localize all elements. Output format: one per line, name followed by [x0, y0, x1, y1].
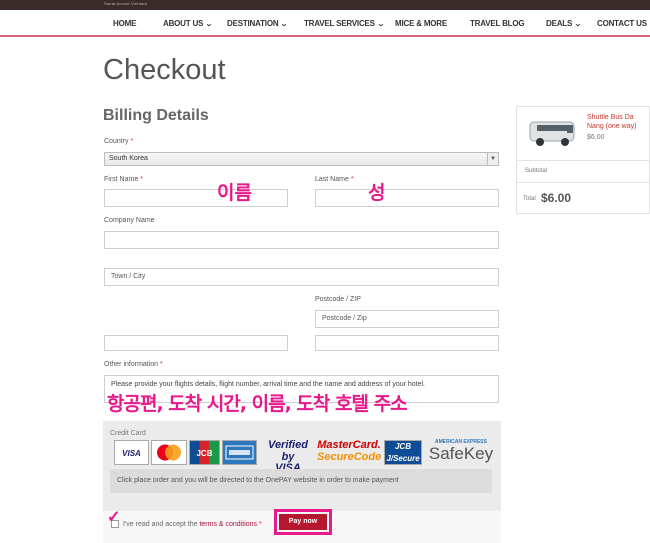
- visa-logo: VISA: [114, 440, 149, 465]
- country-select[interactable]: South Korea ▼: [104, 152, 499, 166]
- mastercard-securecode-logo: MasterCard. SecureCode: [317, 439, 382, 463]
- first-name-label: First Name *: [104, 176, 143, 183]
- billing-details-heading: Billing Details: [103, 107, 209, 124]
- other-info-annotation: 항공편, 도착 시간, 이름, 도착 호텔 주소: [107, 393, 408, 415]
- nav-item-contact-us[interactable]: CONTACT US: [597, 10, 647, 37]
- total-label: Total: [523, 196, 536, 202]
- product-price: $6.00: [587, 134, 605, 141]
- first-name-annotation: 이름: [217, 182, 252, 204]
- phone-field[interactable]: [315, 335, 499, 351]
- nav-item-about-us[interactable]: ABOUT US ⌄: [163, 10, 213, 37]
- amex-logo: [222, 440, 257, 465]
- chevron-down-icon: ⌄: [280, 21, 289, 28]
- postcode-field[interactable]: Postcode / Zip: [315, 310, 499, 328]
- subtotal-label: Subtotal: [525, 168, 548, 174]
- nav-item-deals[interactable]: DEALS ⌄: [546, 10, 582, 37]
- last-name-label: Last Name *: [315, 176, 354, 183]
- chevron-down-icon: ⌄: [574, 21, 582, 28]
- amex-safekey-logo: AMERICAN EXPRESS SafeKey: [428, 439, 494, 464]
- page-title: Checkout: [103, 54, 226, 86]
- terms-conditions-link[interactable]: terms & conditions: [199, 521, 257, 528]
- nav-item-home[interactable]: HOME: [113, 10, 136, 37]
- other-info-label: Other information *: [104, 361, 163, 368]
- top-bar: Santa Accom Vietnam: [0, 0, 650, 10]
- first-name-field[interactable]: [104, 189, 288, 207]
- dropdown-arrow-icon: ▼: [487, 153, 498, 165]
- divider: [517, 160, 650, 161]
- checkmark-annotation-icon: ✓: [107, 509, 121, 526]
- chevron-down-icon: ⌄: [205, 21, 213, 28]
- city-field[interactable]: Town / City: [104, 268, 499, 286]
- mastercard-logo: [151, 440, 187, 465]
- pay-now-highlight: Pay now: [274, 509, 332, 535]
- jcb-logo: JCB: [189, 440, 220, 465]
- state-field[interactable]: [104, 335, 288, 351]
- nav-item-destination[interactable]: DESTINATION ⌄: [227, 10, 289, 37]
- order-summary: Shuttle Bus Da Nang (one way) $6.00 Subt…: [516, 106, 650, 214]
- chevron-down-icon: ⌄: [376, 21, 385, 28]
- total-value: $6.00: [541, 191, 572, 205]
- terms-text: I've read and accept the terms & conditi…: [123, 521, 262, 528]
- product-name-link[interactable]: Shuttle Bus Da Nang (one way): [587, 113, 650, 131]
- nav-item-mice-more[interactable]: MICE & MORE: [395, 10, 447, 37]
- shuttle-bus-image: [527, 116, 579, 148]
- country-label: Country *: [104, 138, 134, 145]
- company-name-label: Company Name: [104, 217, 155, 224]
- last-name-annotation: 성: [368, 182, 386, 204]
- nav-item-travel-blog[interactable]: TRAVEL BLOG: [470, 10, 525, 37]
- main-nav: HOME ABOUT US ⌄ DESTINATION ⌄ TRAVEL SERVI…: [0, 10, 650, 37]
- terms-row: ✓ I've read and accept the terms & condi…: [103, 509, 501, 543]
- jcb-jsecure-logo: JCB J/Secure: [384, 440, 422, 465]
- onepay-notice: Click place order and you will be direct…: [110, 469, 492, 493]
- credit-card-label: Credit Card: [110, 430, 146, 437]
- last-name-field[interactable]: [315, 189, 499, 207]
- divider: [517, 182, 650, 183]
- postcode-label: Postcode / ZIP: [315, 296, 361, 303]
- company-name-field[interactable]: [104, 231, 499, 249]
- nav-item-travel-services[interactable]: TRAVEL SERVICES ⌄: [304, 10, 385, 37]
- pay-now-button[interactable]: Pay now: [279, 514, 327, 530]
- payment-panel: Credit Card VISA JCB Verified by VISA Ma…: [103, 421, 501, 543]
- brand-tagline: Santa Accom Vietnam: [104, 1, 148, 6]
